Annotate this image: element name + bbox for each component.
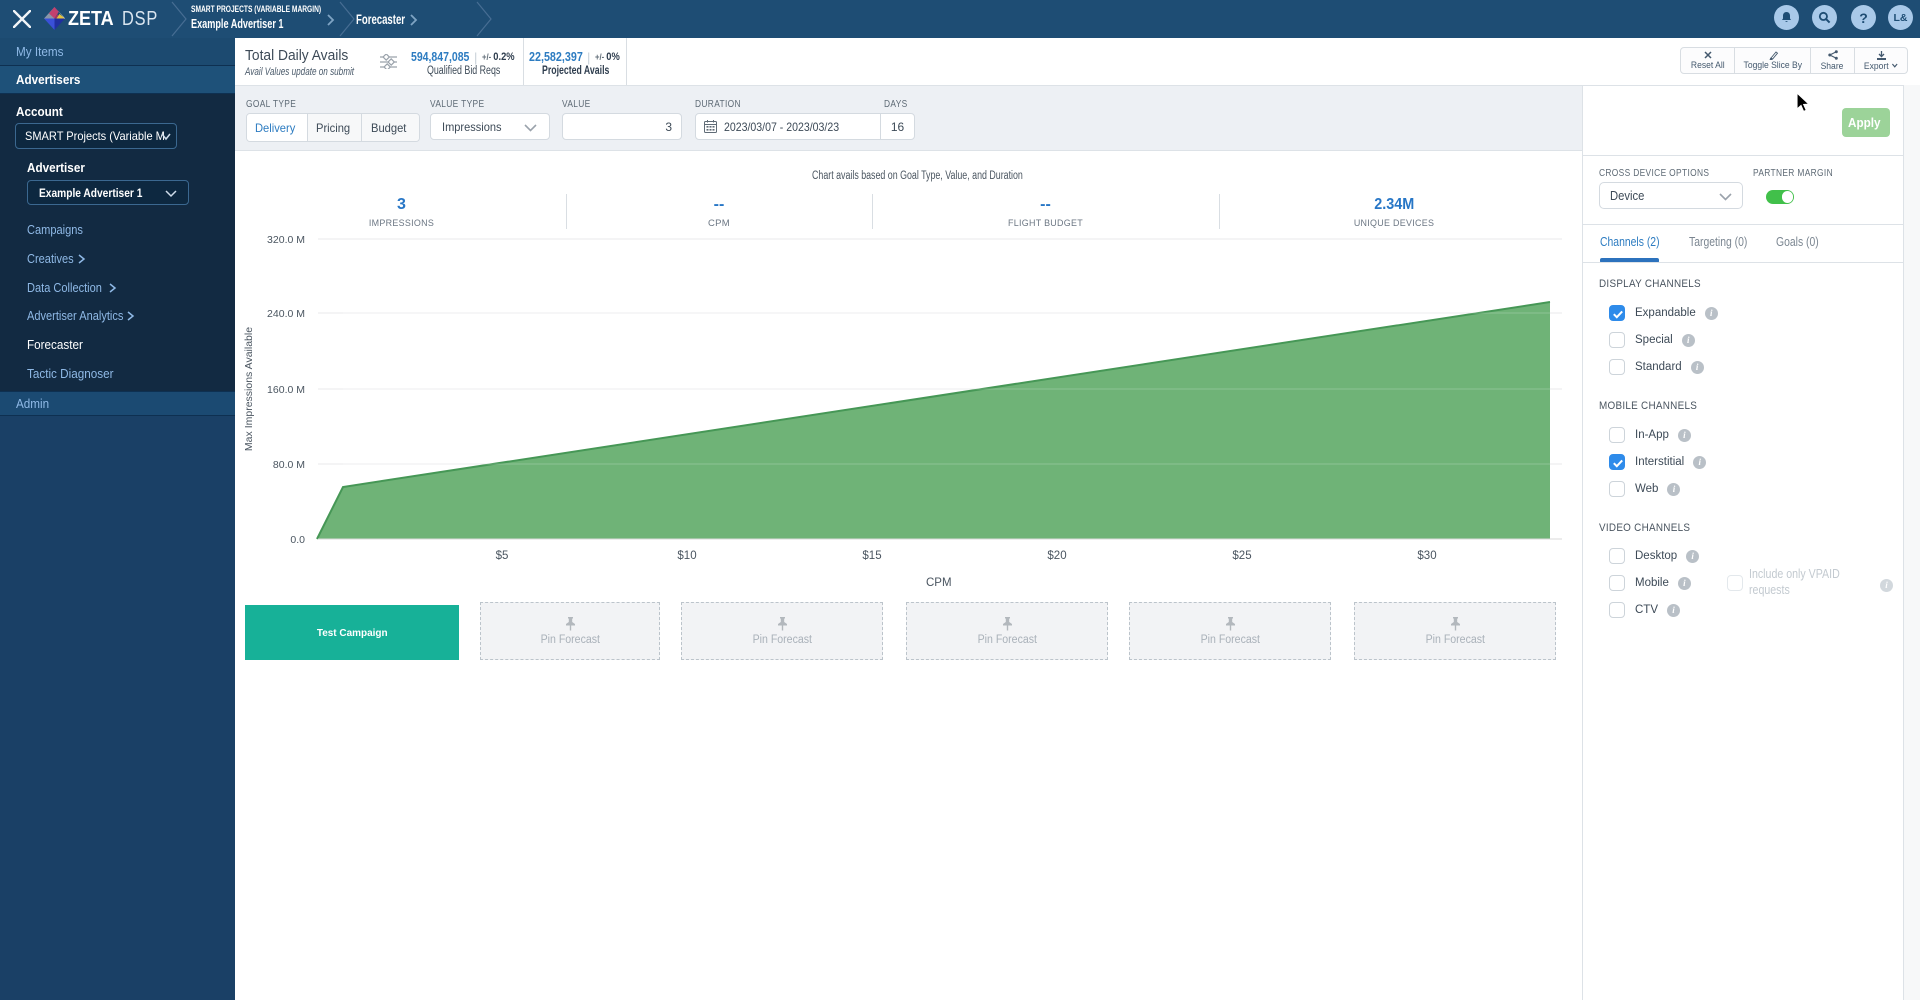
svg-text:Max Impressions Available: Max Impressions Available bbox=[243, 327, 255, 451]
svg-text:240.0 M: 240.0 M bbox=[267, 308, 305, 320]
svg-text:$5: $5 bbox=[496, 550, 509, 562]
svg-text:320.0 M: 320.0 M bbox=[267, 234, 305, 246]
svg-text:$25: $25 bbox=[1232, 550, 1251, 562]
svg-text:80.0 M: 80.0 M bbox=[273, 459, 305, 471]
svg-text:$15: $15 bbox=[862, 550, 881, 562]
svg-text:160.0 M: 160.0 M bbox=[267, 384, 305, 396]
svg-text:$20: $20 bbox=[1047, 550, 1066, 562]
svg-text:$10: $10 bbox=[677, 550, 696, 562]
svg-text:0.0: 0.0 bbox=[290, 534, 305, 546]
svg-text:$30: $30 bbox=[1417, 550, 1436, 562]
